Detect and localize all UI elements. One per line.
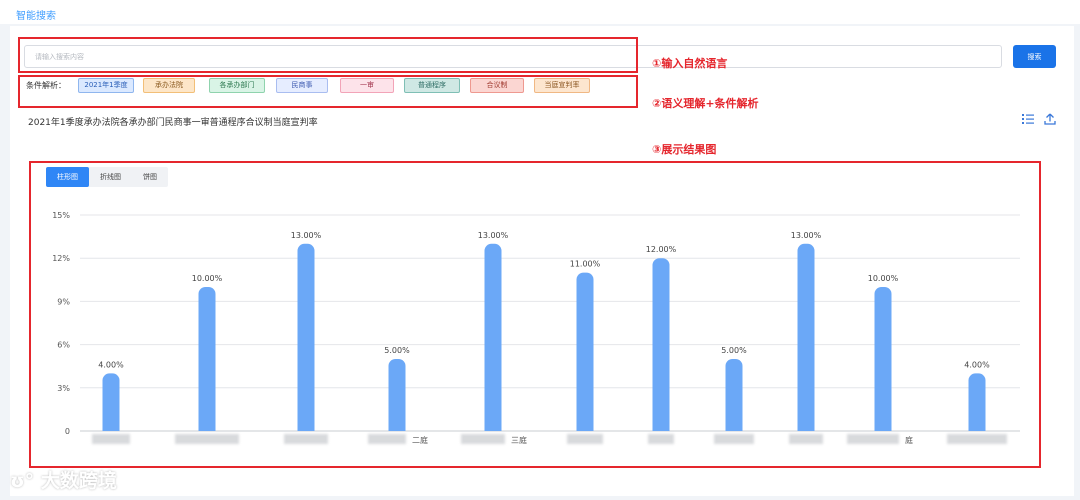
chart-bar[interactable]: [297, 243, 315, 431]
chart-bar-base: [797, 423, 815, 431]
chart-bar-base: [576, 423, 594, 431]
x-tick-label: 庭: [905, 435, 913, 445]
bar-data-label: 13.00%: [291, 231, 322, 240]
chart-bar-base: [874, 423, 892, 431]
x-label-redacted: [947, 434, 1007, 444]
bar-data-label: 10.00%: [868, 274, 899, 283]
y-tick-label: 0: [65, 427, 70, 436]
bar-data-label: 12.00%: [646, 245, 677, 254]
bar-data-label: 5.00%: [721, 346, 747, 355]
y-tick-label: 6%: [57, 341, 70, 350]
bar-data-label: 5.00%: [384, 346, 410, 355]
x-label-redacted: [648, 434, 674, 444]
chart-bar-base: [968, 423, 986, 431]
bar-chart: 0 3% 6% 9% 12% 15% 4.00% 10.00% 13.00% 5.00% 13.00…: [52, 211, 1020, 445]
chart-bar[interactable]: [725, 359, 743, 431]
x-tick-label: 二庭: [412, 435, 428, 445]
y-tick-label: 3%: [57, 384, 70, 393]
bar-data-label: 4.00%: [98, 360, 124, 369]
y-tick-label: 9%: [57, 297, 70, 306]
x-tick-label: 三庭: [511, 435, 527, 445]
bar-data-label: 11.00%: [570, 260, 601, 269]
x-label-redacted: [284, 434, 328, 444]
x-label-redacted: [714, 434, 754, 444]
x-label-redacted: [92, 434, 130, 444]
chart-bar-base: [388, 423, 406, 431]
x-label-redacted: [789, 434, 823, 444]
y-tick-label: 15%: [52, 211, 70, 220]
x-label-redacted: [461, 434, 505, 444]
x-label-redacted: [567, 434, 603, 444]
bar-data-label: 13.00%: [478, 231, 509, 240]
y-tick-label: 12%: [52, 254, 70, 263]
chart-bar[interactable]: [198, 287, 216, 431]
watermark-text: 大数跨境: [40, 470, 117, 492]
bar-data-label: 4.00%: [964, 360, 990, 369]
bar-data-label: 13.00%: [791, 231, 822, 240]
watermark-logo-icon: ʊ°: [10, 470, 35, 492]
x-label-redacted: [175, 434, 239, 444]
bar-data-label: 10.00%: [192, 274, 223, 283]
chart-bar-base: [725, 423, 743, 431]
chart-bar[interactable]: [797, 243, 815, 431]
chart-bar[interactable]: [576, 272, 594, 431]
chart-bar[interactable]: [652, 258, 670, 431]
chart-bar-base: [102, 423, 120, 431]
chart-bar-base: [297, 423, 315, 431]
x-label-redacted: [847, 434, 899, 444]
chart-bar[interactable]: [484, 243, 502, 431]
chart-bar[interactable]: [874, 287, 892, 431]
x-label-redacted: [368, 434, 406, 444]
chart-bar-base: [484, 423, 502, 431]
chart-bar-base: [652, 423, 670, 431]
chart-bar[interactable]: [102, 373, 120, 431]
chart-bar-base: [198, 423, 216, 431]
watermark: ʊ° 大数跨境: [10, 466, 117, 493]
chart-bar[interactable]: [968, 373, 986, 431]
chart-bar[interactable]: [388, 359, 406, 431]
